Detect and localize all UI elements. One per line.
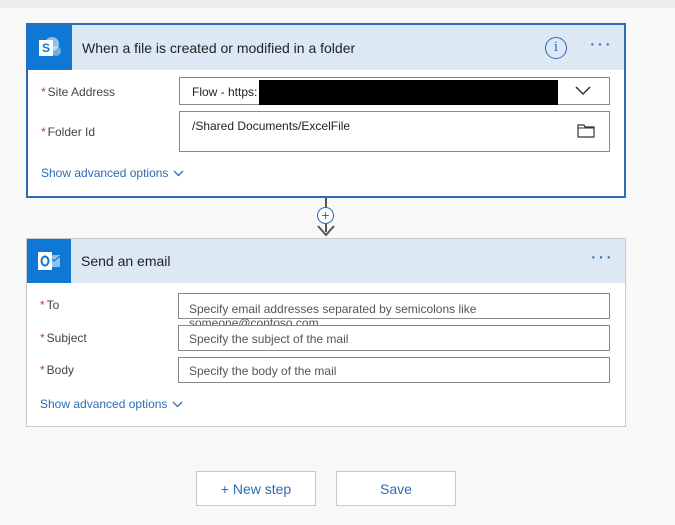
- new-step-button[interactable]: + New step: [196, 471, 316, 506]
- action-more-icon[interactable]: ···: [590, 247, 613, 270]
- insert-step-button[interactable]: +: [317, 207, 334, 224]
- chevron-down-icon: [173, 170, 184, 176]
- folder-icon[interactable]: [577, 123, 595, 138]
- required-marker: *: [40, 298, 45, 312]
- required-marker: *: [41, 85, 46, 99]
- required-marker: *: [41, 125, 46, 139]
- folder-id-label-text: Folder Id: [47, 125, 96, 139]
- outlook-icon: [27, 239, 71, 283]
- action-card-header[interactable]: Send an email ···: [27, 239, 625, 283]
- site-address-label: * Site Address: [41, 85, 115, 99]
- folder-id-input[interactable]: /Shared Documents/ExcelFile: [179, 111, 610, 152]
- top-bar: [0, 0, 675, 8]
- trigger-show-advanced-label: Show advanced options: [41, 166, 169, 180]
- body-label: * Body: [40, 363, 74, 377]
- action-title: Send an email: [81, 253, 171, 269]
- subject-input[interactable]: Specify the subject of the mail: [178, 325, 610, 351]
- folder-id-value: /Shared Documents/ExcelFile: [192, 119, 351, 133]
- redacted-url: [259, 80, 558, 105]
- to-input[interactable]: Specify email addresses separated by sem…: [178, 293, 610, 330]
- site-address-label-text: Site Address: [47, 85, 116, 99]
- required-marker: *: [40, 363, 45, 377]
- action-show-advanced-link[interactable]: Show advanced options: [40, 397, 183, 411]
- required-marker: *: [40, 331, 45, 345]
- site-address-value: Flow - https:: [192, 85, 258, 99]
- subject-placeholder: Specify the subject of the mail: [189, 332, 349, 346]
- info-icon[interactable]: i: [545, 36, 568, 59]
- trigger-show-advanced-link[interactable]: Show advanced options: [41, 166, 184, 180]
- sharepoint-icon: S: [28, 25, 72, 70]
- chevron-down-icon: [172, 401, 183, 407]
- subject-label-text: Subject: [46, 331, 87, 345]
- to-label: * To: [40, 298, 59, 312]
- trigger-card-header[interactable]: S When a file is created or modified in …: [28, 25, 624, 70]
- action-card[interactable]: Send an email ··· * To Specify email addr…: [26, 238, 626, 427]
- trigger-card[interactable]: S When a file is created or modified in …: [26, 23, 626, 198]
- trigger-title: When a file is created or modified in a …: [82, 39, 356, 56]
- body-input[interactable]: Specify the body of the mail: [178, 357, 610, 383]
- folder-id-label: * Folder Id: [41, 125, 95, 139]
- svg-text:S: S: [42, 41, 50, 55]
- trigger-more-icon[interactable]: ···: [589, 34, 612, 57]
- action-show-advanced-label: Show advanced options: [40, 397, 168, 411]
- chevron-down-icon[interactable]: [575, 86, 591, 96]
- body-placeholder: Specify the body of the mail: [189, 364, 337, 378]
- body-label-text: Body: [46, 363, 75, 377]
- save-button[interactable]: Save: [336, 471, 456, 506]
- arrow-down-icon: [317, 225, 335, 237]
- subject-label: * Subject: [40, 331, 87, 345]
- to-label-text: To: [46, 298, 60, 312]
